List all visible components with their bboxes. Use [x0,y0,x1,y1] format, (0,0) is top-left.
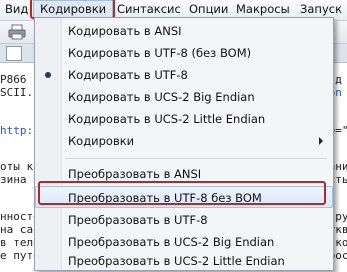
menu-item-label: Кодировки [68,134,135,148]
print-icon[interactable] [8,24,26,40]
menu-item-encode-utf8-no-bom[interactable]: Кодировать в UTF-8 (без BOM) [35,42,333,64]
menu-item-convert-utf8[interactable]: Преобразовать в UTF-8 [35,209,333,231]
menu-item-label: Кодировать в UTF-8 [68,68,188,82]
menu-item-label: Кодировать в UCS-2 Little Endian [68,112,266,126]
menu-item-encode-ansi[interactable]: Кодировать в ANSI [35,20,333,42]
menu-item-convert-ucs2-le[interactable]: Преобразовать в UCS-2 Little Endian [35,252,333,272]
menu-item-encode-ucs2-le[interactable]: Кодировать в UCS-2 Little Endian [35,108,333,130]
encodings-dropdown-menu: Кодировать в ANSI Кодировать в UTF-8 (бе… [34,17,334,271]
menu-item-encode-utf8[interactable]: Кодировать в UTF-8 [35,64,333,86]
menu-item-label: Кодировать в UCS-2 Big Endian [68,90,255,104]
menu-item-convert-ucs2-be[interactable]: Преобразовать в UCS-2 Big Endian [35,231,333,253]
menu-item-label: Кодировать в ANSI [68,24,182,38]
editor-line: SCII. [0,86,34,99]
convert-utf8-no-bom-highlight [38,181,326,205]
menu-view[interactable]: Вид [5,0,28,20]
radio-check-icon [45,72,51,78]
menu-item-label: Кодировать в UTF-8 (без BOM) [68,46,252,60]
menu-item-charsets-submenu[interactable]: Кодировки [35,130,333,152]
menu-separator [65,158,327,159]
menu-item-label: Преобразовать в UCS-2 Big Endian [68,235,275,249]
menu-item-label: Преобразовать в UTF-8 [68,213,208,227]
menu-item-encode-ucs2-be[interactable]: Кодировать в UCS-2 Big Endian [35,86,333,108]
submenu-arrow-icon [319,137,323,145]
menu-item-label: Преобразовать в UCS-2 Little Endian [68,254,285,268]
document-tab-icon[interactable] [6,46,22,61]
